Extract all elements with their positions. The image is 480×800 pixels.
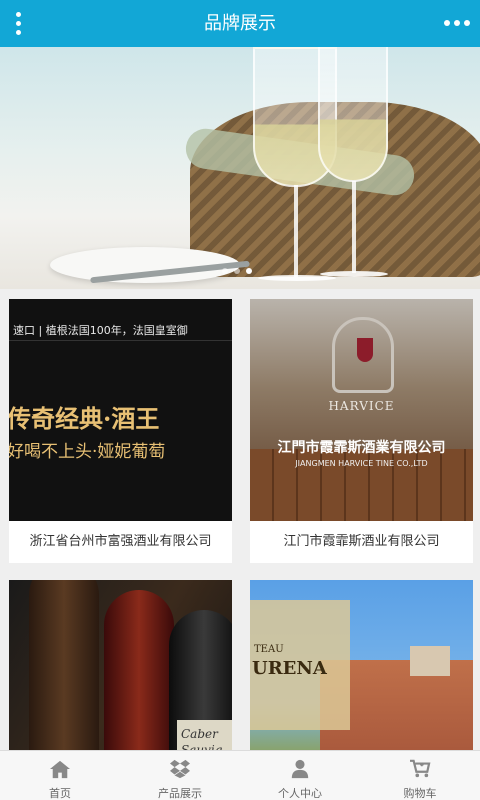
chateau-tower — [410, 646, 450, 676]
dropbox-icon — [170, 759, 190, 779]
glass-foot — [320, 271, 388, 277]
glass-foot — [258, 275, 336, 281]
nav-item-home[interactable]: 首页 — [0, 751, 120, 800]
more-dot-icon — [464, 20, 470, 26]
glass-stem — [352, 181, 356, 273]
sign-text: TEAU — [254, 644, 284, 655]
brand-card[interactable]: HARVICE 江門市霞霏斯酒業有限公司 JIANGMEN HARVICE TI… — [250, 299, 473, 563]
nav-item-products[interactable]: 产品展示 — [120, 751, 240, 800]
wine-glass-image — [318, 47, 388, 182]
brand-name[interactable]: 江门市霞霏斯酒业有限公司 — [250, 521, 473, 563]
carousel-dot[interactable] — [234, 268, 240, 274]
brand-card[interactable]: 速口 | 植根法国100年，法国皇室御 传奇经典·酒王 好喝不上头·娅妮葡萄 浙… — [9, 299, 232, 563]
brand-card[interactable]: TEAU URENA — [250, 580, 473, 800]
brand-card[interactable]: Caber Sauvig — [9, 580, 232, 800]
image-company-cn: 江門市霞霏斯酒業有限公司 — [277, 440, 446, 456]
nav-label: 首页 — [49, 787, 71, 800]
page-title: 品牌展示 — [204, 13, 276, 34]
nav-label: 个人中心 — [278, 787, 322, 800]
image-headline: 传奇经典·酒王 — [9, 404, 160, 433]
nav-label: 购物车 — [403, 787, 437, 800]
nav-item-cart[interactable]: 购物车 — [360, 751, 480, 800]
bottom-nav: 首页 产品展示 个人中心 购物车 — [0, 750, 480, 800]
image-brand: HARVICE — [328, 399, 395, 413]
app-header: 品牌展示 — [0, 0, 480, 47]
image-tagline: 速口 | 植根法国100年，法国皇室御 — [9, 321, 232, 341]
glass-stem — [294, 185, 298, 277]
image-subline: 好喝不上头·娅妮葡萄 — [9, 442, 166, 462]
brand-image[interactable]: HARVICE 江門市霞霏斯酒業有限公司 JIANGMEN HARVICE TI… — [250, 299, 473, 521]
nav-label: 产品展示 — [158, 787, 202, 800]
more-dot-icon — [454, 20, 460, 26]
chateau-sign: TEAU URENA — [250, 600, 350, 730]
brand-image[interactable]: 速口 | 植根法国100年，法国皇室御 传奇经典·酒王 好喝不上头·娅妮葡萄 — [9, 299, 232, 521]
nav-item-profile[interactable]: 个人中心 — [240, 751, 360, 800]
cart-icon — [410, 759, 431, 778]
more-dot-icon — [444, 20, 450, 26]
home-icon — [50, 760, 70, 779]
user-icon — [291, 759, 309, 779]
carousel-indicator — [222, 268, 252, 274]
banner-carousel[interactable] — [0, 47, 480, 289]
carousel-dot[interactable] — [222, 268, 228, 274]
image-company-en: JIANGMEN HARVICE TINE CO.,LTD — [295, 459, 428, 468]
brand-name[interactable]: 浙江省台州市富强酒业有限公司 — [9, 521, 232, 563]
carousel-dot-active[interactable] — [246, 268, 252, 274]
sign-text: URENA — [252, 658, 327, 679]
more-button[interactable] — [442, 10, 472, 36]
harvice-logo — [332, 317, 394, 393]
